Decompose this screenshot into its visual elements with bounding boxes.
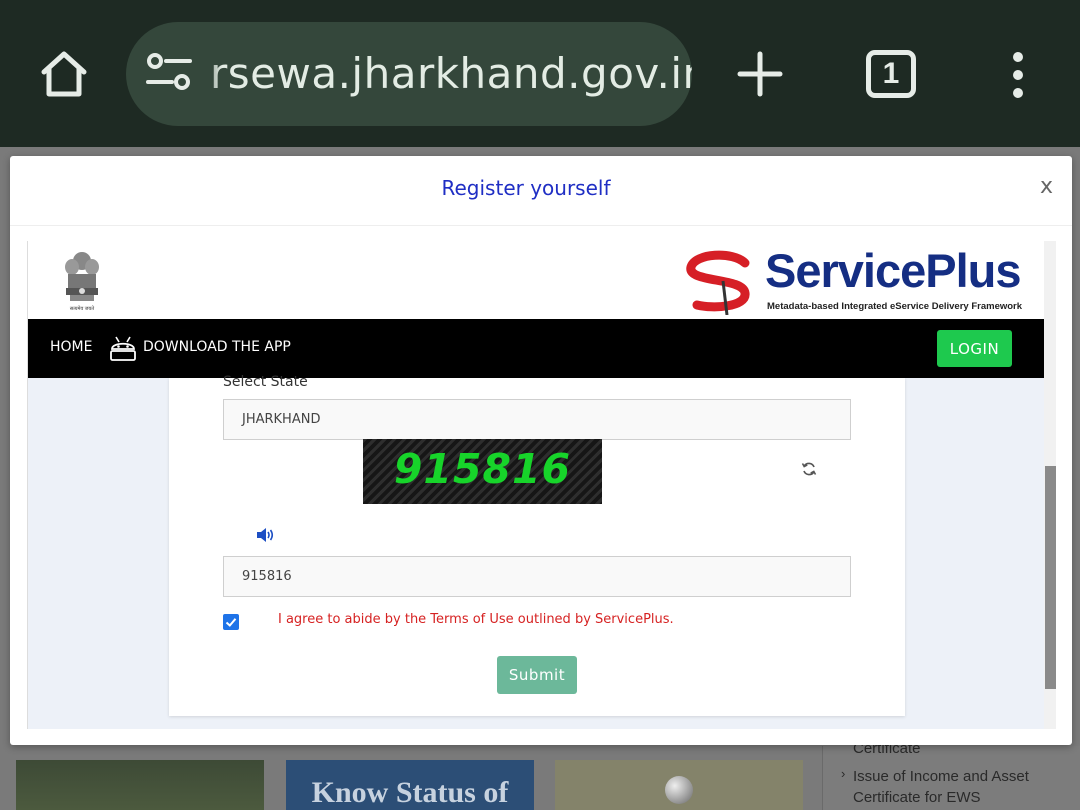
terms-checkbox[interactable] (223, 614, 239, 630)
refresh-captcha-icon[interactable] (801, 461, 817, 477)
checkmark-icon (225, 618, 237, 627)
top-navbar: HOME DOWNLOAD THE APP LOGIN (28, 319, 1044, 378)
modal-title: Register yourself (441, 176, 611, 200)
brand-name: ServicePlus (765, 244, 1022, 297)
url-fade (192, 22, 222, 126)
sidebar-item-ews: Issue of Income and Asset Certificate fo… (853, 768, 1029, 806)
chevron-right-icon: › (841, 766, 846, 781)
emblem-caption: सत्यमेव जयते (70, 305, 94, 312)
logo-graphic (665, 776, 693, 804)
close-icon[interactable]: x (1040, 174, 1053, 199)
site-settings-icon[interactable] (146, 52, 192, 92)
captcha-image: 915816 (363, 439, 602, 504)
serviceplus-logo: ServicePlus Metadata-based Integrated eS… (683, 243, 1022, 317)
url-text[interactable]: rsewa.jharkhand.gov.in (210, 22, 692, 126)
nav-home-link[interactable]: HOME (50, 319, 92, 375)
select-state-label: Select State (223, 374, 308, 390)
modal-divider (10, 225, 1072, 226)
captcha-input[interactable]: 915816 (223, 556, 851, 597)
address-bar[interactable]: rsewa.jharkhand.gov.in (126, 22, 692, 126)
more-menu-icon[interactable] (1005, 50, 1031, 100)
registration-form: Select State JHARKHAND 915816 915816 I a… (169, 374, 905, 716)
terms-agreement-text[interactable]: I agree to abide by the Terms of Use out… (278, 612, 674, 627)
site-header: सत्यमेव जयते ServicePlus Metadata-based … (28, 241, 1044, 319)
android-icon (110, 336, 136, 361)
download-app-label: DOWNLOAD THE APP (143, 339, 291, 355)
background-status-card: Know Status of (286, 760, 534, 810)
state-select[interactable]: JHARKHAND (223, 399, 851, 440)
login-button[interactable]: LOGIN (937, 330, 1012, 367)
background-logo-card (555, 760, 803, 810)
submit-button[interactable]: Submit (497, 656, 577, 694)
new-tab-icon[interactable] (736, 50, 784, 98)
background-sidebar: Certificate › Issue of Income and Asset … (822, 740, 1080, 810)
home-icon[interactable] (36, 46, 92, 102)
register-modal: Register yourself x सत्यमेव जयते Service… (10, 156, 1072, 745)
scrollbar-thumb[interactable] (1045, 466, 1056, 689)
registration-iframe: सत्यमेव जयते ServicePlus Metadata-based … (27, 241, 1056, 729)
background-photo-card (16, 760, 264, 810)
captcha-digits: 915816 (393, 445, 572, 493)
audio-captcha-icon[interactable] (256, 527, 274, 543)
national-emblem-icon: सत्यमेव जयते (65, 252, 99, 312)
serviceplus-mark-icon (686, 250, 750, 315)
frame-scrollbar[interactable] (1044, 241, 1056, 729)
browser-toolbar: rsewa.jharkhand.gov.in 1 (0, 0, 1080, 147)
brand-tagline: Metadata-based Integrated eService Deliv… (767, 301, 1023, 312)
tab-switcher-button[interactable]: 1 (866, 50, 916, 98)
